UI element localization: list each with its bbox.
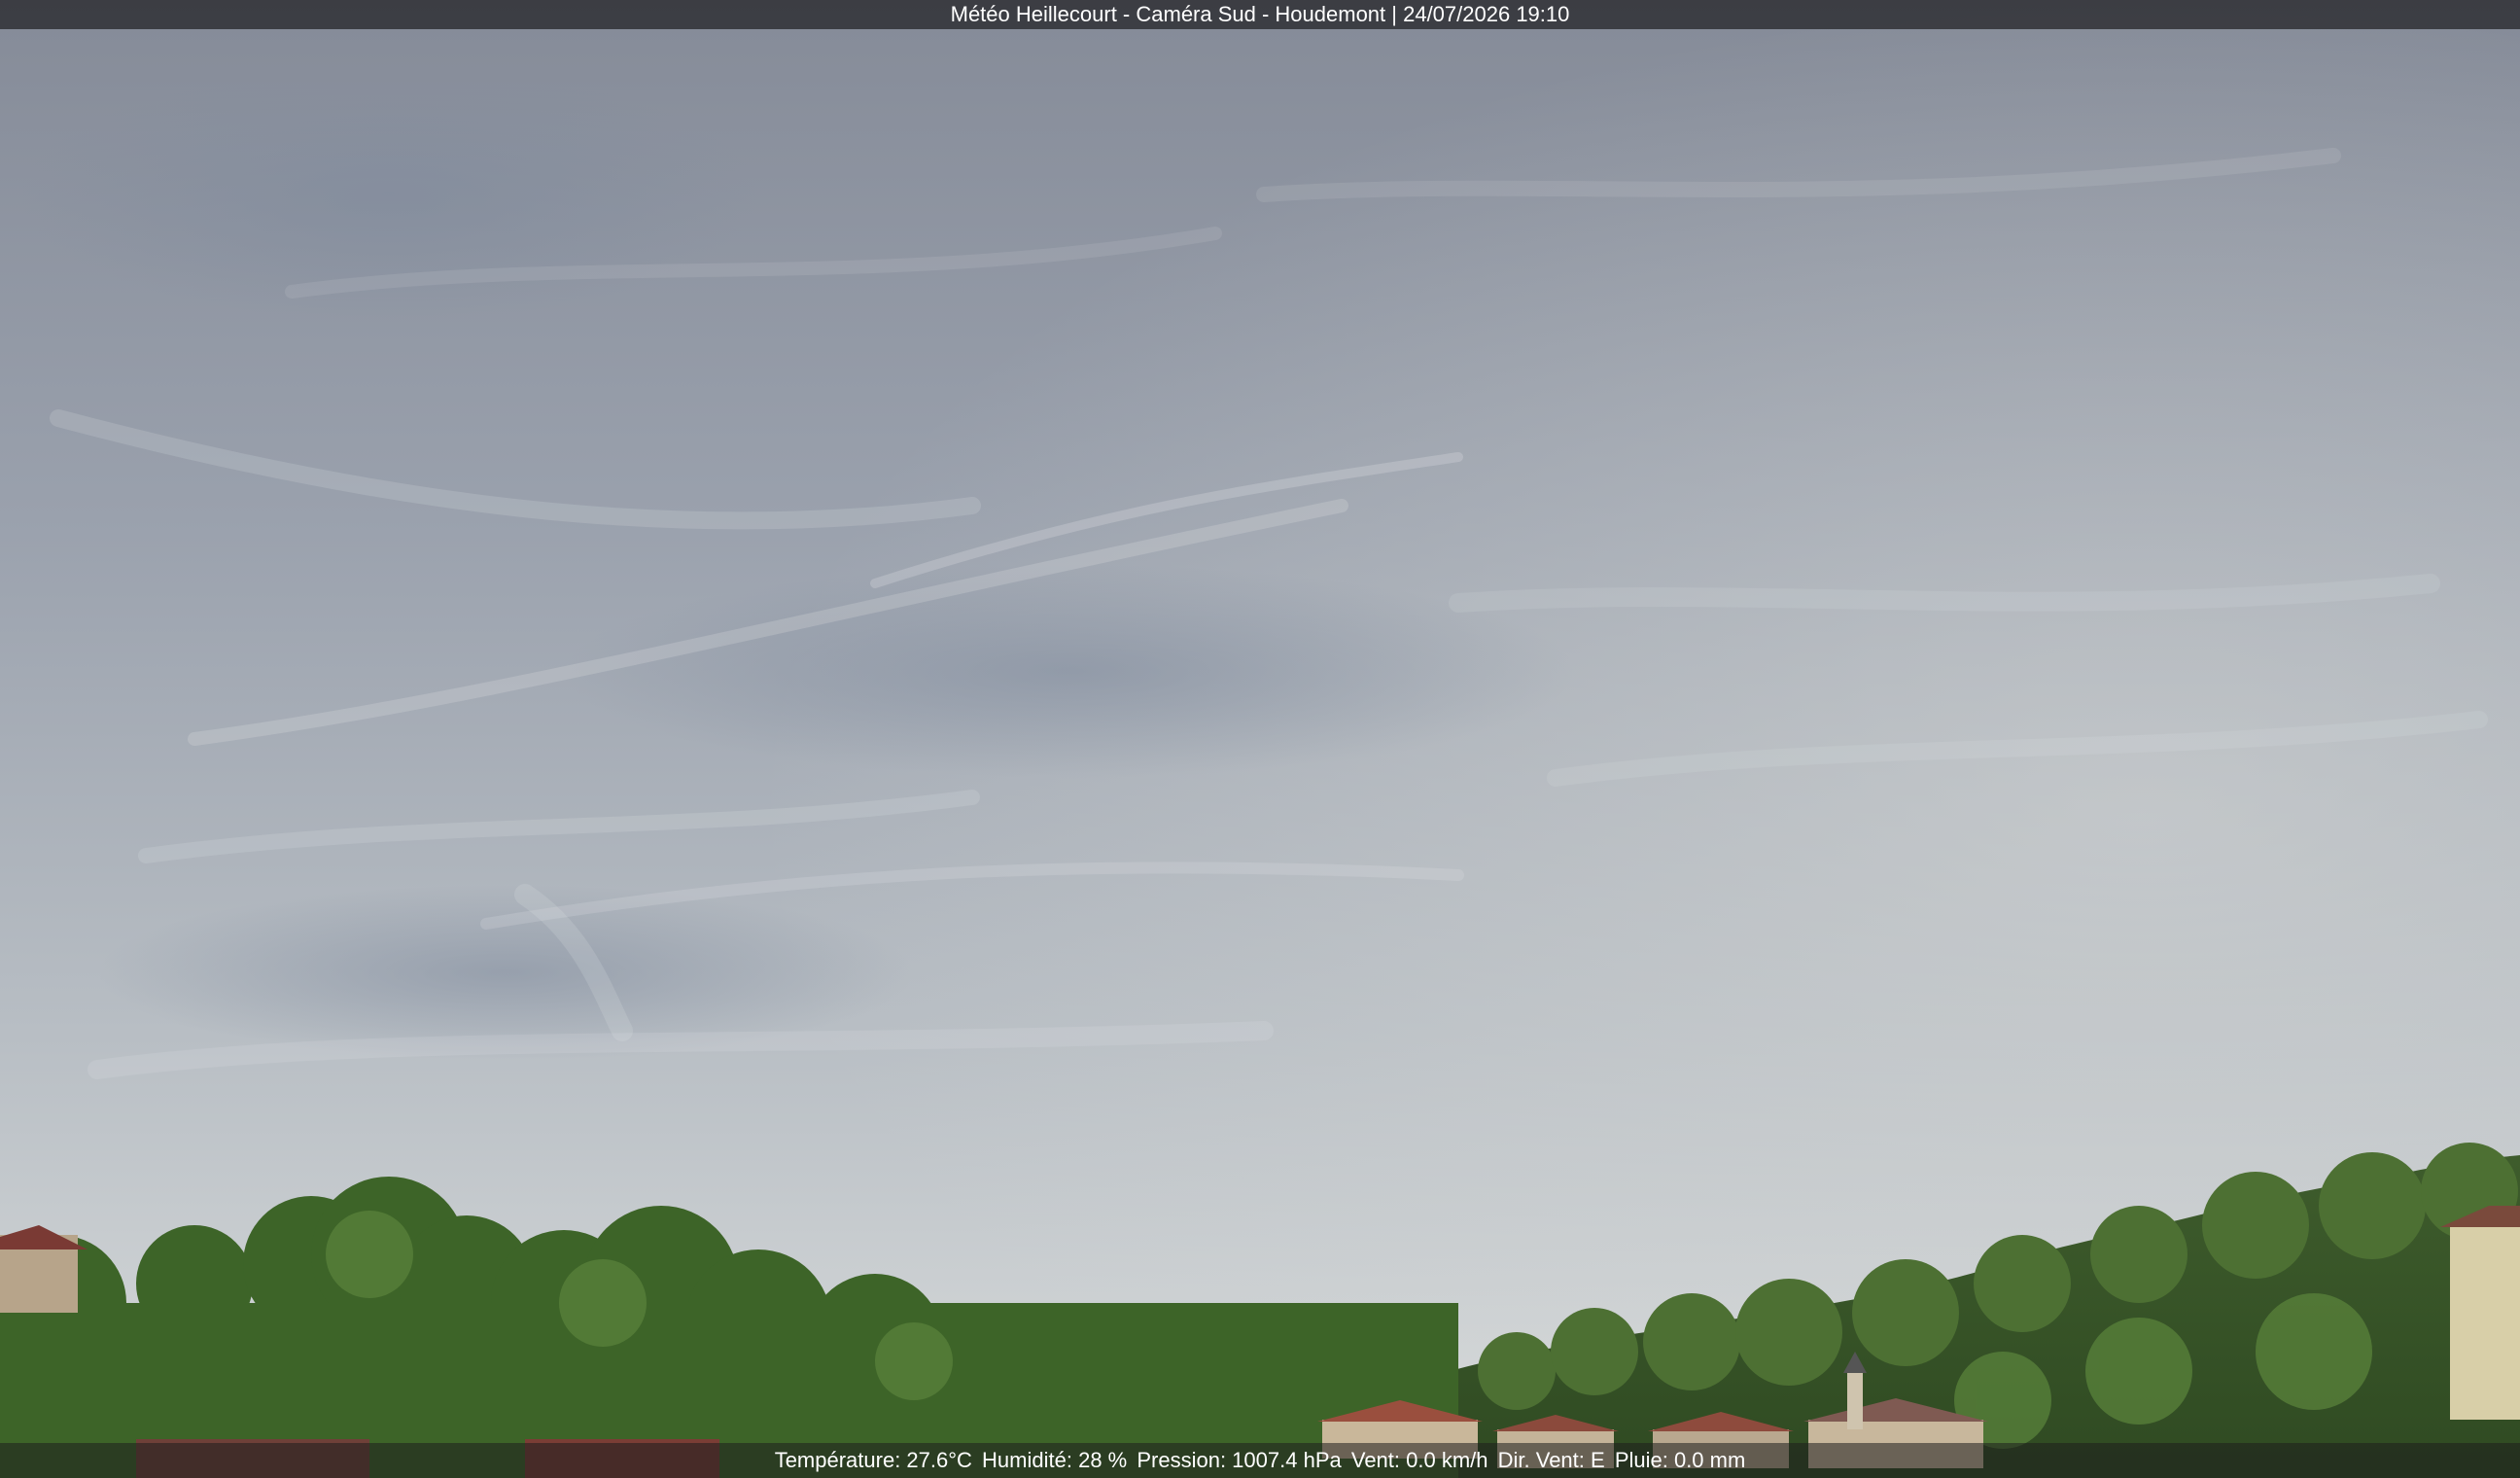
webcam-image: Météo Heillecourt - Caméra Sud - Houdemo… <box>0 0 2520 1478</box>
cloud-shadow <box>564 564 1575 778</box>
weather-info-bar: Température: 27.6°C Humidité: 28 % Press… <box>0 1443 2520 1478</box>
temperature-reading: Température: 27.6°C <box>774 1448 972 1472</box>
rain-reading: Pluie: 0.0 mm <box>1614 1448 1746 1472</box>
wind-speed-reading: Vent: 0.0 km/h <box>1350 1448 1488 1472</box>
pressure-reading: Pression: 1007.4 hPa <box>1137 1448 1342 1472</box>
humidity-reading: Humidité: 28 % <box>982 1448 1128 1472</box>
wind-direction-reading: Dir. Vent: E <box>1497 1448 1605 1472</box>
landscape-scene <box>0 0 2520 1478</box>
camera-title-bar: Météo Heillecourt - Caméra Sud - Houdemo… <box>0 0 2520 29</box>
camera-title: Météo Heillecourt - Caméra Sud - Houdemo… <box>950 2 1570 26</box>
